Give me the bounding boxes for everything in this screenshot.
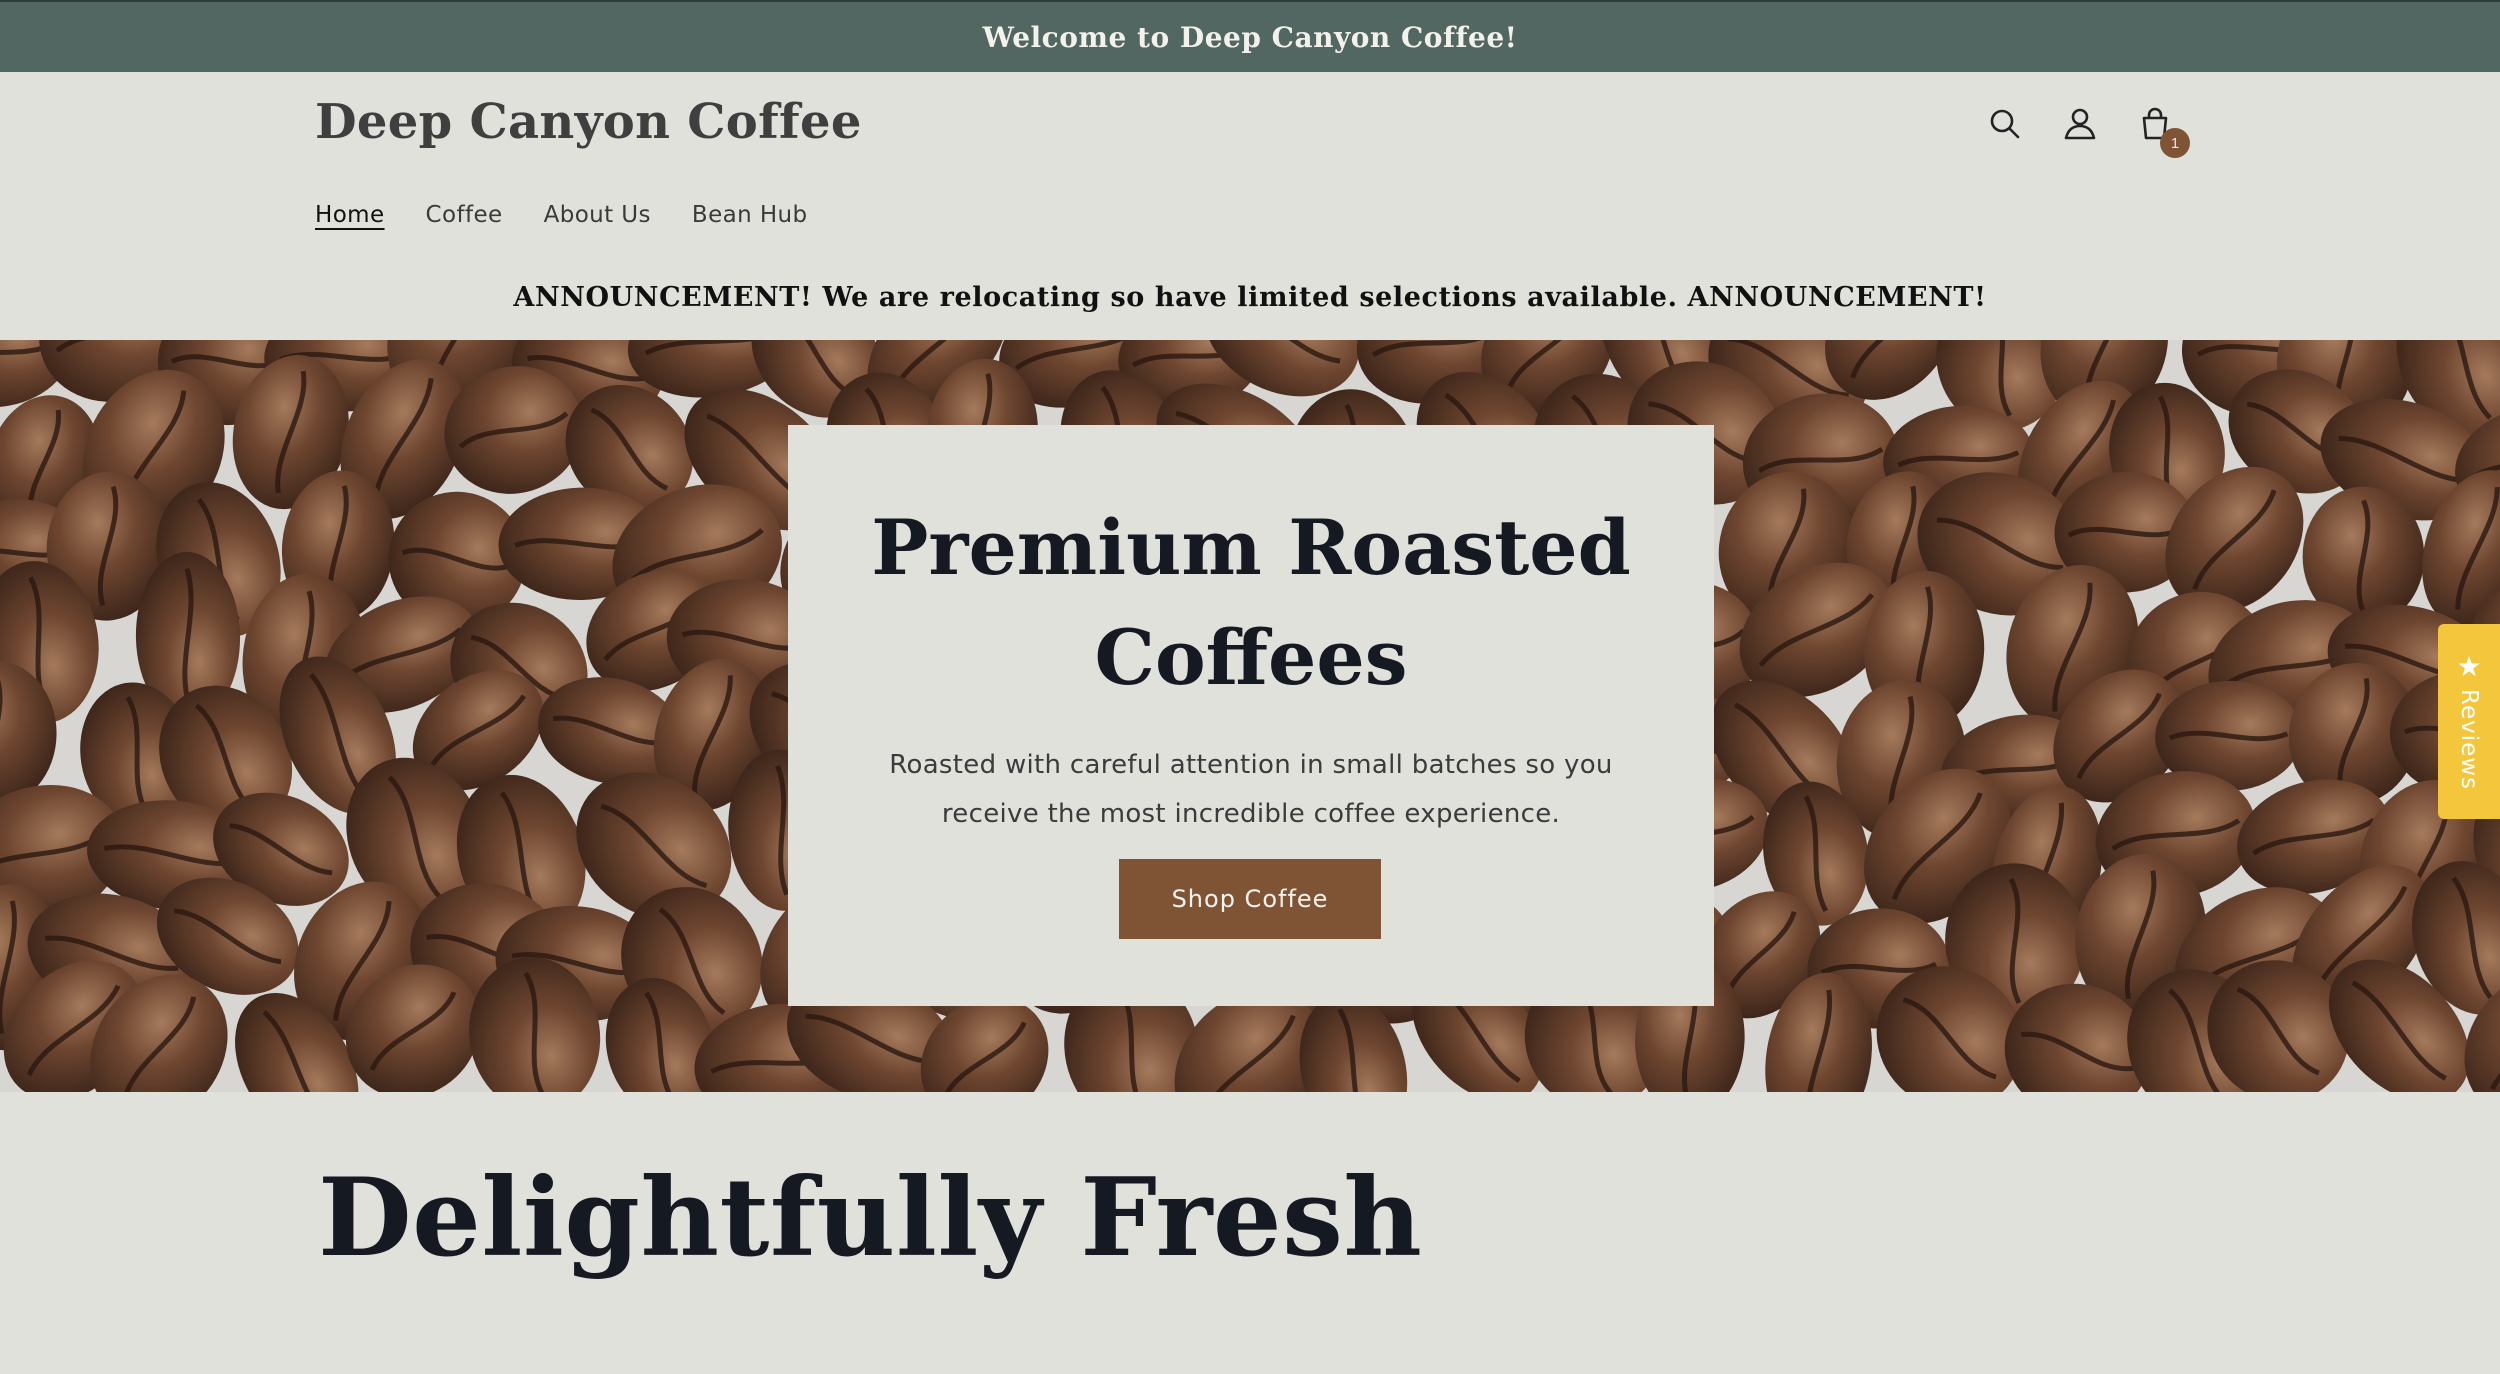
search-button[interactable] <box>1983 102 2027 146</box>
reviews-label: Reviews <box>2456 688 2482 791</box>
nav-item-coffee[interactable]: Coffee <box>426 202 503 228</box>
reviews-tab[interactable]: ★ Reviews <box>2438 624 2500 819</box>
nav-item-home[interactable]: Home <box>315 202 385 228</box>
hero-subtitle: Roasted with careful attention in small … <box>889 750 1613 829</box>
nav-item-bean-hub[interactable]: Bean Hub <box>692 202 808 228</box>
hero-banner: Premium Roasted Coffees Roasted with car… <box>0 340 2500 1092</box>
account-icon <box>2064 108 2096 140</box>
announcement-bar-top: Welcome to Deep Canyon Coffee! <box>0 0 2500 72</box>
site-header: Deep Canyon Coffee 1 Home Coffee About U… <box>0 72 2500 340</box>
star-icon: ★ <box>2456 650 2482 682</box>
cart-button[interactable]: 1 <box>2133 102 2190 158</box>
search-icon <box>1990 109 2020 139</box>
account-button[interactable] <box>2058 102 2102 146</box>
announcement-text: ANNOUNCEMENT! We are relocating so have … <box>513 282 1987 313</box>
welcome-text: Welcome to Deep Canyon Coffee! <box>982 20 1518 54</box>
nav-item-about-us[interactable]: About Us <box>544 202 651 228</box>
main-nav: Home Coffee About Us Bean Hub <box>315 202 808 228</box>
section-title: Delightfully Fresh <box>318 1155 1423 1281</box>
shop-coffee-button[interactable]: Shop Coffee <box>1119 859 1381 939</box>
hero-content-box: Premium Roasted Coffees Roasted with car… <box>788 425 1714 1006</box>
cart-count-badge: 1 <box>2160 128 2190 158</box>
hero-title: Premium Roasted Coffees <box>871 503 1631 702</box>
site-logo[interactable]: Deep Canyon Coffee <box>315 94 862 150</box>
